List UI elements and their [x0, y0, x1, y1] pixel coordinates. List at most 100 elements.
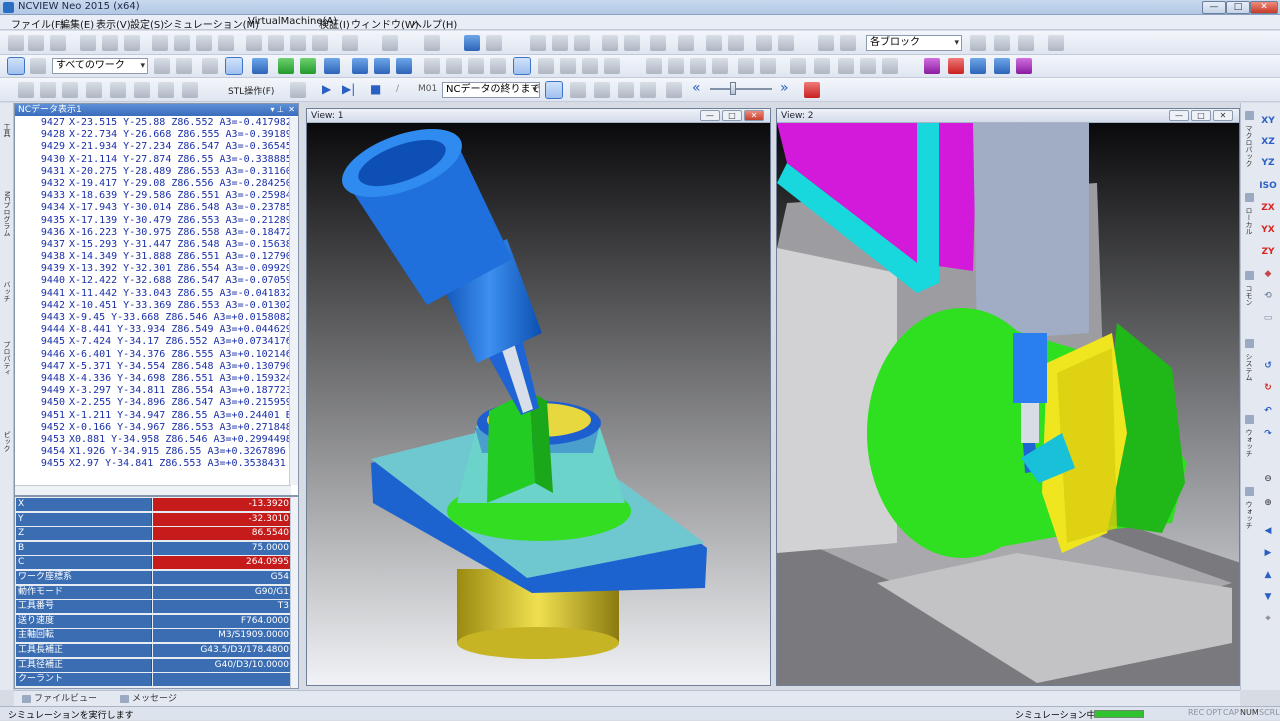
nc-line[interactable]: 9436 X-16.223 Y-30.975 Z86.558 A3=-0.1847…	[15, 227, 291, 239]
eraser-icon[interactable]	[30, 58, 46, 74]
tool-icon[interactable]	[154, 58, 170, 74]
rotate-down-icon[interactable]: ↷	[1259, 426, 1277, 442]
machine-icon[interactable]	[948, 58, 964, 74]
tool-icon[interactable]	[618, 82, 634, 98]
tool-icon[interactable]	[538, 58, 554, 74]
viewport-1-maximize[interactable]: □	[722, 110, 742, 121]
dock-tab-icon[interactable]	[1245, 111, 1254, 120]
tool-icon[interactable]	[80, 35, 96, 51]
nc-line[interactable]: 9450 X-2.255 Y-34.896 Z86.547 A3=+0.21595…	[15, 397, 291, 409]
nc-line[interactable]: 9427 X-23.515 Y-25.88 Z86.552 A3=-0.41798…	[15, 117, 291, 129]
view-isometric-x-icon[interactable]: ◆	[1259, 266, 1277, 282]
tool-icon[interactable]	[666, 82, 682, 98]
tool-icon[interactable]	[513, 57, 531, 75]
tool-icon[interactable]	[582, 58, 598, 74]
tool-icon[interactable]	[225, 57, 243, 75]
redo-icon[interactable]	[624, 35, 640, 51]
work-select-combo[interactable]: すべてのワーク	[52, 58, 148, 74]
tool-icon[interactable]	[424, 35, 440, 51]
nc-horizontal-scrollbar[interactable]	[15, 485, 291, 495]
nc-line[interactable]: 9435 X-17.139 Y-30.479 Z86.553 A3=-0.2128…	[15, 215, 291, 227]
nc-line[interactable]: 9438 X-14.349 Y-31.888 Z86.551 A3=-0.1279…	[15, 251, 291, 263]
find-icon[interactable]	[678, 35, 694, 51]
nc-line[interactable]: 9451 X-1.211 Y-34.947 Z86.55 A3=+0.24401 …	[15, 410, 291, 422]
tool-icon[interactable]	[424, 58, 440, 74]
help-icon[interactable]	[464, 35, 480, 51]
right-tab-local[interactable]: ローカル	[1242, 207, 1256, 267]
tool-icon[interactable]	[738, 58, 754, 74]
tool-icon[interactable]	[804, 82, 820, 98]
left-tab-tools[interactable]: 工具	[1, 123, 13, 183]
nc-line[interactable]: 9445 X-7.424 Y-34.17 Z86.552 A3=+0.073417…	[15, 336, 291, 348]
tool-icon[interactable]	[396, 58, 412, 74]
stop-icon[interactable]: ■	[370, 82, 381, 96]
nc-line[interactable]: 9432 X-19.417 Y-29.08 Z86.556 A3=-0.28425…	[15, 178, 291, 190]
tool-icon[interactable]	[40, 82, 56, 98]
menu-file[interactable]: ファイル(F)	[11, 16, 65, 31]
tool-icon[interactable]	[640, 82, 656, 98]
nc-line[interactable]: 9446 X-6.401 Y-34.376 Z86.555 A3=+0.10214…	[15, 349, 291, 361]
tool-icon[interactable]	[1048, 35, 1064, 51]
new-icon[interactable]	[8, 35, 24, 51]
axis-icon[interactable]	[970, 58, 986, 74]
viewport-2-close[interactable]: ✕	[1213, 110, 1233, 121]
nc-line[interactable]: 9431 X-20.275 Y-28.489 Z86.553 A3=-0.3116…	[15, 166, 291, 178]
tool-icon[interactable]	[312, 35, 328, 51]
tool-icon[interactable]	[818, 35, 834, 51]
pan-icon[interactable]: ▭	[1259, 310, 1277, 326]
tool-icon[interactable]	[570, 82, 586, 98]
nc-line[interactable]: 9453 X0.881 Y-34.958 Z86.546 A3=+0.299449…	[15, 434, 291, 446]
tool-icon[interactable]	[690, 58, 706, 74]
tool-icon[interactable]	[86, 82, 102, 98]
view-xy-button[interactable]: XY	[1259, 113, 1277, 129]
tool-icon[interactable]	[196, 35, 212, 51]
tool-icon[interactable]	[174, 35, 190, 51]
viewport-2-minimize[interactable]: —	[1169, 110, 1189, 121]
view-yx-button[interactable]: YX	[1259, 222, 1277, 238]
tool-icon[interactable]	[18, 82, 34, 98]
step-icon[interactable]: ▶|	[342, 82, 355, 96]
tab-messages[interactable]: メッセージ	[118, 692, 177, 706]
zoom-in-icon[interactable]: ⊕	[1259, 495, 1277, 511]
nc-line[interactable]: 9444 X-8.441 Y-33.934 Z86.549 A3=+0.04462…	[15, 324, 291, 336]
pin-icon[interactable]: ▾ ⊥	[270, 104, 284, 116]
tool-icon[interactable]	[760, 58, 776, 74]
tool-icon[interactable]	[278, 58, 294, 74]
nc-line[interactable]: 9448 X-4.336 Y-34.698 Z86.551 A3=+0.15932…	[15, 373, 291, 385]
view-iso-button[interactable]: ISO	[1259, 178, 1277, 194]
rotate-left-icon[interactable]: ↺	[1259, 358, 1277, 374]
tool-icon[interactable]	[756, 35, 772, 51]
tab-file-view[interactable]: ファイルビュー	[20, 692, 97, 706]
tool-icon[interactable]	[246, 35, 262, 51]
menu-simulation[interactable]: シミュレーション(M)	[163, 16, 259, 31]
slash-icon[interactable]: /	[396, 84, 399, 94]
run-until-combo[interactable]: NCデータの終りまで	[442, 82, 540, 98]
m01-button[interactable]: M01	[418, 84, 437, 94]
nc-line[interactable]: 9454 X1.926 Y-34.915 Z86.55 A3=+0.3267896	[15, 446, 291, 458]
menu-settings[interactable]: 設定(S)	[130, 16, 164, 31]
cut-icon[interactable]	[530, 35, 546, 51]
tool-icon[interactable]	[650, 35, 666, 51]
tool-icon[interactable]	[594, 82, 610, 98]
tool-icon[interactable]	[124, 35, 140, 51]
nc-vertical-scrollbar[interactable]	[289, 117, 298, 485]
menu-verify[interactable]: 検証(I)	[319, 16, 350, 31]
tool-icon[interactable]	[110, 82, 126, 98]
tool-icon[interactable]	[218, 35, 234, 51]
dock-tab-icon[interactable]	[1245, 339, 1254, 348]
status-scrollbar[interactable]	[290, 497, 298, 688]
tool-icon[interactable]	[268, 35, 284, 51]
close-button[interactable]: ✕	[1250, 1, 1278, 14]
close-icon[interactable]: ✕	[288, 104, 295, 116]
tool-icon[interactable]	[374, 58, 390, 74]
tool-icon[interactable]	[300, 58, 316, 74]
minimize-button[interactable]: —	[1202, 1, 1226, 14]
tool-icon[interactable]	[182, 82, 198, 98]
view-zx-button[interactable]: ZX	[1259, 200, 1277, 216]
right-tab-macro[interactable]: マクロパック	[1242, 125, 1256, 185]
nc-line[interactable]: 9452 X-0.166 Y-34.967 Z86.553 A3=+0.27184…	[15, 422, 291, 434]
brush-icon[interactable]	[7, 57, 25, 75]
viewport-1[interactable]: View: 1 — □ ✕	[306, 108, 771, 686]
tool-icon[interactable]	[882, 58, 898, 74]
nc-line[interactable]: 9447 X-5.371 Y-34.554 Z86.548 A3=+0.13079…	[15, 361, 291, 373]
